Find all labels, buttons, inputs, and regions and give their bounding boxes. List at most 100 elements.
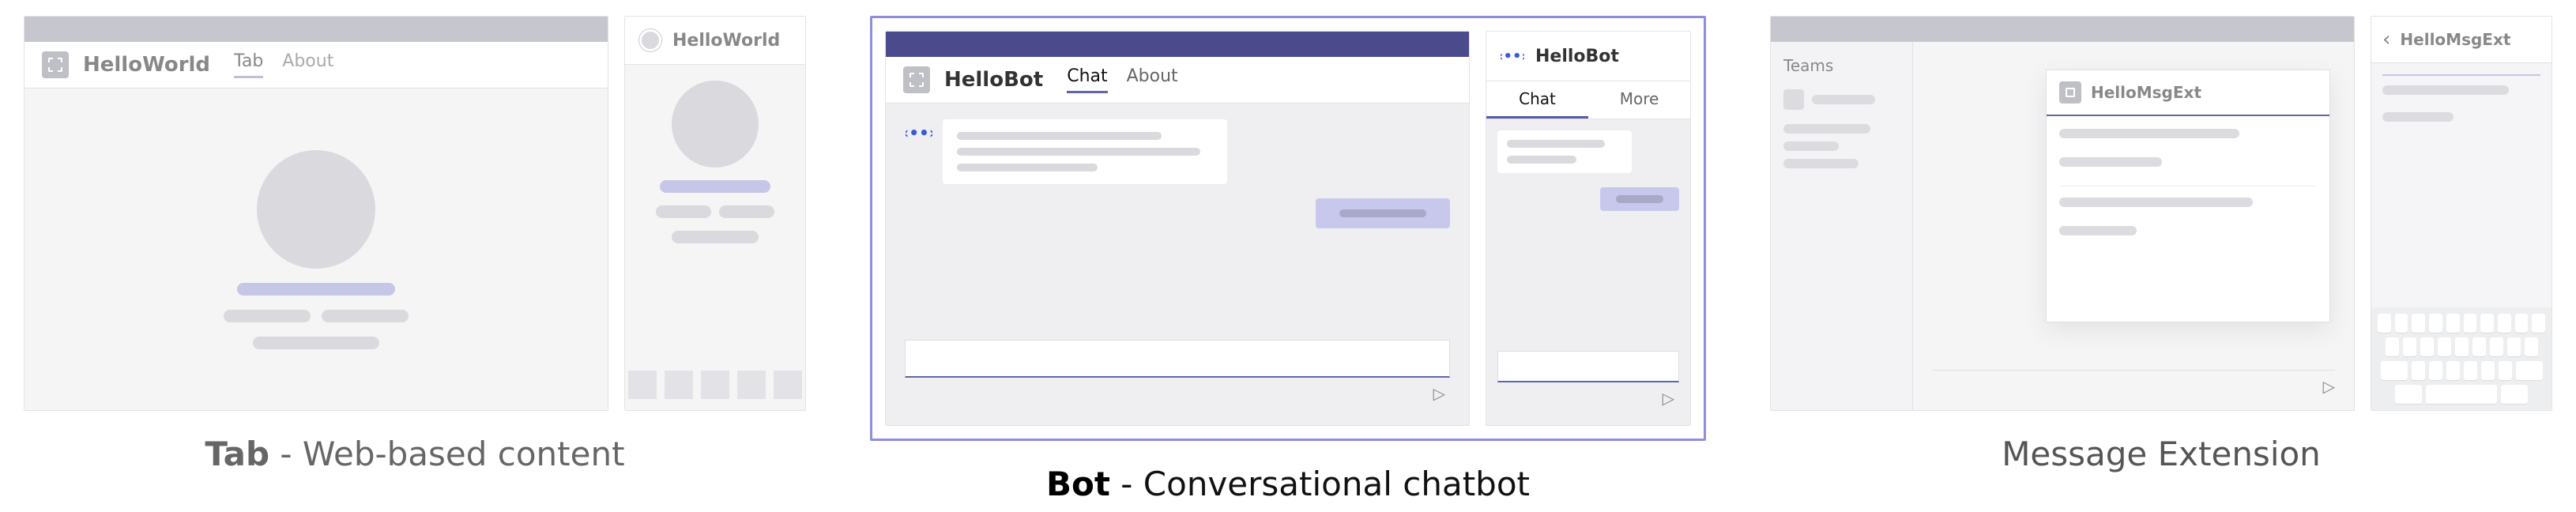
skeleton-line	[2382, 85, 2509, 95]
skeleton-line	[1783, 141, 1839, 151]
bot-mobile-window: ‹••› HelloBot Chat More	[1486, 31, 1691, 426]
mobile-title: HelloWorld	[672, 31, 780, 51]
desktop-titlebar	[886, 32, 1469, 57]
me-main: HelloMsgExt	[1913, 42, 2354, 410]
svg-text:‹••›: ‹••›	[1501, 48, 1524, 65]
group-bot: HelloBot Chat About ‹••›	[870, 16, 1706, 503]
divider	[1932, 370, 2335, 371]
outgoing-message-bubble	[1316, 198, 1450, 228]
tab-mobile-window: HelloWorld	[624, 16, 806, 411]
back-icon[interactable]: ‹	[2382, 28, 2390, 51]
skeleton-line	[2059, 129, 2239, 138]
popup-header: HelloMsgExt	[2047, 70, 2329, 116]
tab-tab[interactable]: Tab	[234, 51, 263, 78]
send-icon[interactable]: ▷	[1433, 384, 1445, 403]
compose-actions: ▷	[905, 378, 1450, 409]
sidebar-label: Teams	[1783, 56, 1900, 75]
skeleton-row	[656, 205, 774, 218]
presence-avatar-icon	[639, 29, 661, 51]
me-body: HelloMsgExt	[1913, 42, 2354, 370]
tab-mobile-header: HelloWorld	[625, 17, 805, 65]
message-extension-popup: HelloMsgExt	[2046, 70, 2330, 322]
nav-item[interactable]	[701, 371, 729, 399]
mobile-title: HelloMsgExt	[2400, 30, 2510, 49]
bot-avatar-icon: ‹••›	[1499, 43, 1526, 70]
send-icon[interactable]: ▷	[2323, 377, 2335, 396]
bot-desktop-window: HelloBot Chat About ‹••›	[885, 31, 1470, 426]
mobile-bottom-nav	[624, 360, 806, 410]
tab-about[interactable]: About	[1127, 66, 1178, 93]
tab-row: HelloWorld Tab About HelloWorld	[24, 16, 806, 411]
caption-strong: Tab	[205, 435, 269, 473]
group-message-extension: Teams HelloMsgExt	[1770, 16, 2552, 473]
skeleton-line	[237, 283, 395, 296]
skeleton-row	[224, 310, 409, 322]
compose-area: ▷	[1913, 370, 2354, 410]
tab-desktop-window: HelloWorld Tab About	[24, 16, 608, 411]
skeleton-line	[1812, 95, 1875, 104]
compose-area: ▷	[905, 340, 1450, 409]
message-input[interactable]	[1497, 351, 1679, 382]
bot-chat-area: ‹••› ▷	[886, 104, 1469, 425]
skeleton-line	[957, 132, 1162, 140]
accent-divider	[2382, 74, 2540, 76]
bot-avatar-icon: ‹••›	[905, 119, 933, 148]
skeleton-line	[1783, 124, 1870, 134]
tab-caption: Tab - Web-based content	[205, 435, 624, 473]
app-icon	[903, 66, 930, 93]
app-icon	[2059, 81, 2081, 104]
skeleton-line	[1616, 195, 1663, 203]
skeleton-line	[1507, 156, 1576, 164]
skeleton-line	[2059, 157, 2162, 167]
tab-mobile-body	[625, 65, 805, 410]
nav-item[interactable]	[628, 371, 657, 399]
skeleton-line	[2059, 226, 2137, 235]
avatar-placeholder	[257, 150, 375, 269]
incoming-message-bubble	[943, 119, 1227, 184]
skeleton-line	[660, 180, 770, 193]
bot-desktop-appbar: HelloBot Chat About	[886, 57, 1469, 104]
message-input[interactable]	[905, 340, 1450, 378]
app-title: HelloBot	[944, 68, 1043, 92]
skeleton-line	[719, 205, 774, 218]
bot-desktop-tabs: Chat About	[1067, 66, 1177, 93]
caption-strong: Bot	[1046, 465, 1110, 503]
caption-rest: - Conversational chatbot	[1110, 465, 1530, 503]
tab-about[interactable]: About	[282, 51, 333, 78]
outgoing-message-bubble	[1600, 187, 1679, 211]
nav-item[interactable]	[737, 371, 766, 399]
compose-actions: ▷	[1932, 377, 2335, 396]
bot-caption: Bot - Conversational chatbot	[1046, 465, 1530, 503]
svg-text:‹••›: ‹••›	[906, 123, 932, 142]
tab-chat[interactable]: Chat	[1486, 81, 1588, 119]
bot-mobile-tabs: Chat More	[1486, 81, 1690, 119]
app-title: HelloWorld	[83, 53, 210, 77]
incoming-message-bubble	[1497, 130, 1632, 173]
incoming-message-row: ‹••›	[905, 119, 1450, 184]
caption-rest: - Web-based content	[269, 435, 625, 473]
bot-mobile-header: ‹••› HelloBot	[1486, 32, 1690, 81]
nav-item[interactable]	[774, 371, 802, 399]
me-row: Teams HelloMsgExt	[1770, 16, 2552, 411]
skeleton-line	[1783, 159, 1859, 168]
desktop-titlebar	[1771, 17, 2354, 42]
me-mobile-window: ‹ HelloMsgExt	[2371, 16, 2552, 411]
me-caption: Message Extension	[2002, 435, 2321, 473]
group-tab: HelloWorld Tab About HelloWorld	[24, 16, 806, 473]
skeleton-line	[1339, 209, 1426, 217]
me-mobile-body	[2371, 63, 2552, 141]
tab-chat[interactable]: Chat	[1067, 66, 1107, 93]
skeleton-line	[224, 310, 311, 322]
teams-sidebar: Teams	[1771, 42, 1913, 410]
tab-more[interactable]: More	[1588, 81, 1690, 119]
send-icon[interactable]: ▷	[1663, 389, 1674, 408]
tab-desktop-content	[24, 88, 608, 410]
compose-actions: ▷	[1497, 382, 1679, 414]
mobile-keyboard[interactable]	[2371, 307, 2552, 410]
popup-body	[2047, 116, 2329, 256]
nav-item[interactable]	[665, 371, 693, 399]
popup-title: HelloMsgExt	[2091, 83, 2201, 102]
tab-desktop-appbar: HelloWorld Tab About	[24, 42, 608, 88]
me-mobile-header: ‹ HelloMsgExt	[2371, 17, 2552, 63]
bot-selection-frame: HelloBot Chat About ‹••›	[870, 16, 1706, 441]
